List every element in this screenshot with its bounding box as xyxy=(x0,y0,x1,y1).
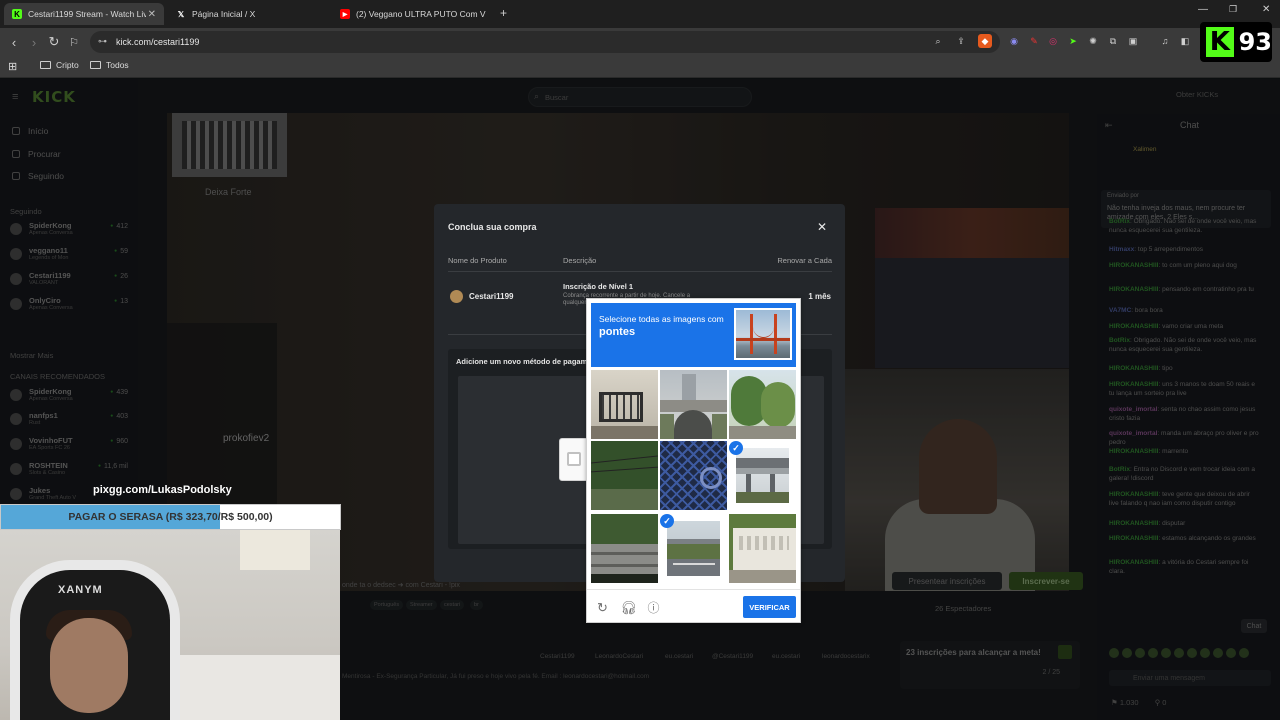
kick-logo-icon: K xyxy=(1206,27,1234,57)
captcha-tile[interactable] xyxy=(729,370,796,439)
kick-favicon-icon: K xyxy=(12,9,22,19)
selected-check-icon: ✓ xyxy=(729,441,743,455)
col-renew: Renovar a Cada xyxy=(777,256,832,265)
tab-title: Cestari1199 Stream - Watch Live xyxy=(28,9,146,19)
folder-icon xyxy=(90,61,101,69)
headphones-icon[interactable]: 🎧︎ xyxy=(620,600,637,615)
bookmark-icon[interactable]: ⚐ xyxy=(66,34,82,50)
streamer-webcam: XANYM xyxy=(0,530,340,720)
extension-icon[interactable]: ◉ xyxy=(1007,34,1021,48)
divider xyxy=(448,271,832,272)
tab-title: Página Inicial / X xyxy=(192,9,256,19)
browser-tab-bar: K Cestari1199 Stream - Watch Live ✕ 𝕏 Pá… xyxy=(0,0,1280,28)
col-description: Descrição xyxy=(563,256,597,265)
tile-image-blue-fence xyxy=(660,441,727,510)
tile-image-concrete xyxy=(591,514,658,583)
captcha-tile[interactable] xyxy=(591,514,658,583)
x-favicon-icon: 𝕏 xyxy=(177,9,185,19)
tile-image-trees xyxy=(729,370,796,439)
tab-youtube[interactable]: ▶ (2) Veggano ULTRA PUTO Com Views xyxy=(332,3,497,25)
close-tab-icon[interactable]: ✕ xyxy=(148,9,156,20)
url-field[interactable]: ⊶ kick.com/cestari1199 xyxy=(90,31,1000,53)
extension-icon[interactable]: ➤ xyxy=(1066,34,1080,48)
forward-icon[interactable]: › xyxy=(26,34,42,50)
close-window-icon[interactable]: ✕ xyxy=(1262,4,1270,15)
tile-image-overpass xyxy=(736,448,789,503)
address-bar: ‹ › ↻ ⚐ ⊶ kick.com/cestari1199 ⌕ ⇪ ◆ ◉ ✎… xyxy=(0,28,1280,56)
payment-title: Adicione um novo método de pagamento xyxy=(456,357,604,366)
brave-shield-icon[interactable]: ◆ xyxy=(978,34,992,48)
col-product: Nome do Produto xyxy=(448,256,507,265)
captcha-header: Selecione todas as imagens com pontes xyxy=(591,303,796,367)
tile-image-bridge-road xyxy=(667,521,720,576)
share-icon[interactable]: ⇪ xyxy=(954,34,968,48)
back-icon[interactable]: ‹ xyxy=(6,34,22,50)
captcha-keyword: pontes xyxy=(599,326,636,338)
captcha-sample-image xyxy=(734,308,792,360)
tile-image-white-wall xyxy=(729,514,796,583)
kick-viewer-badge: K 93 xyxy=(1200,22,1272,62)
tab-title: (2) Veggano ULTRA PUTO Com Views xyxy=(356,9,486,19)
captcha-tile[interactable] xyxy=(660,370,727,439)
tile-image-overpass xyxy=(660,370,727,439)
extension-icon[interactable]: ▣ xyxy=(1126,34,1140,48)
extension-icon[interactable]: ✺ xyxy=(1086,34,1100,48)
captcha-tile[interactable] xyxy=(660,441,727,510)
modal-title: Conclua sua compra xyxy=(448,222,537,232)
captcha-tile[interactable] xyxy=(729,514,796,583)
bookmark-folder-todos[interactable]: Todos xyxy=(90,60,129,70)
captcha-tile[interactable] xyxy=(591,370,658,439)
avatar xyxy=(450,290,463,303)
selected-check-icon: ✓ xyxy=(660,514,674,528)
renew-period: 1 mês xyxy=(808,292,831,301)
recaptcha-checkbox[interactable] xyxy=(567,452,581,466)
sidebar-toggle-icon[interactable]: ◧ xyxy=(1178,34,1192,48)
goal-label: PAGAR O SERASA (R$ 323,70/R$ 500,00) xyxy=(68,511,273,523)
tab-kick[interactable]: K Cestari1199 Stream - Watch Live ✕ xyxy=(4,3,164,25)
close-icon[interactable]: ✕ xyxy=(817,220,827,234)
site-info-icon[interactable]: ⊶ xyxy=(98,36,107,47)
captcha-instruction: Selecione todas as imagens com xyxy=(599,314,724,324)
zoom-icon[interactable]: ⌕ xyxy=(931,34,945,48)
reload-icon[interactable]: ↻ xyxy=(595,600,610,615)
donation-goal-bar: PAGAR O SERASA (R$ 323,70/R$ 500,00) xyxy=(0,504,341,530)
minimize-icon[interactable]: — xyxy=(1198,4,1208,15)
verify-button[interactable]: VERIFICAR xyxy=(743,596,796,618)
captcha-footer: ↻ 🎧︎ ⓘ VERIFICAR xyxy=(587,589,800,623)
captcha-tile[interactable] xyxy=(591,441,658,510)
new-tab-icon[interactable]: + xyxy=(500,6,507,20)
product-name: Cestari1199 xyxy=(469,292,514,301)
bookmark-label: Todos xyxy=(106,60,129,70)
tile-image-building xyxy=(591,370,658,439)
maximize-icon[interactable]: ❐ xyxy=(1229,4,1237,15)
badge-number: 93 xyxy=(1238,28,1272,56)
captcha-tile-selected[interactable]: ✓ xyxy=(729,441,796,510)
youtube-favicon-icon: ▶ xyxy=(340,9,350,19)
pix-link-text: pixgg.com/LukasPodolsky xyxy=(93,484,232,496)
bookmarks-bar: ⊞ Cripto Todos xyxy=(0,56,1280,78)
extension-icon[interactable]: ◎ xyxy=(1046,34,1060,48)
description-title: Inscrição de Nível 1 xyxy=(563,282,634,291)
apps-grid-icon[interactable]: ⊞ xyxy=(8,60,17,73)
url-text: kick.com/cestari1199 xyxy=(116,37,200,47)
media-icon[interactable]: ♫ xyxy=(1158,34,1172,48)
chair-brand-logo: XANYM xyxy=(58,584,103,596)
captcha-challenge: Selecione todas as imagens com pontes ✓ … xyxy=(586,298,801,623)
extensions-puzzle-icon[interactable]: ⧉ xyxy=(1106,34,1120,48)
info-icon[interactable]: ⓘ xyxy=(646,600,661,615)
bookmark-label: Cripto xyxy=(56,60,79,70)
tile-image-trees-powerlines xyxy=(591,441,658,510)
tab-x[interactable]: 𝕏 Página Inicial / X xyxy=(168,3,330,25)
folder-icon xyxy=(40,61,51,69)
bookmark-folder-cripto[interactable]: Cripto xyxy=(40,60,79,70)
extension-icon[interactable]: ✎ xyxy=(1027,34,1041,48)
reload-icon[interactable]: ↻ xyxy=(46,34,62,50)
captcha-tile-selected[interactable]: ✓ xyxy=(660,514,727,583)
